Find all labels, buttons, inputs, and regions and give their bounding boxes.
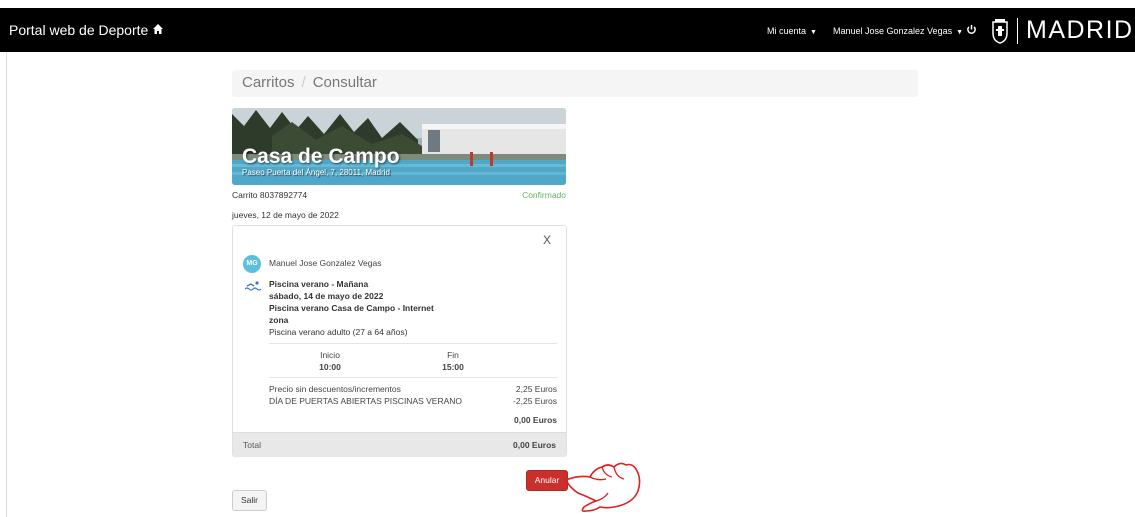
breadcrumb-item-consultar: Consultar (312, 74, 377, 91)
price-concept: DÍA DE PUERTAS ABIERTAS PISCINAS VERANO (269, 396, 463, 406)
rate-label: Piscina verano adulto (27 a 64 años) (269, 327, 408, 337)
venue-address: Paseo Puerta del Ángel, 7, 28011, Madrid (242, 168, 390, 177)
breadcrumb-separator: / (301, 74, 306, 91)
app-title[interactable]: Portal web de Deporte (9, 22, 148, 38)
swim-icon (245, 281, 261, 291)
zone-label: zona (269, 315, 289, 325)
status-badge: Confirmado (522, 190, 566, 200)
activity-date: sábado, 14 de mayo de 2022 (269, 291, 384, 301)
start-time: 10:00 (319, 362, 341, 372)
total-row: Total 0,00 Euros (233, 432, 566, 457)
start-label: Inicio (320, 350, 340, 360)
venue-banner: Casa de Campo Paseo Puerta del Ángel, 7,… (232, 108, 566, 185)
booking-card: X MG Manuel Jose Gonzalez Vegas Piscina … (232, 225, 567, 457)
user-menu[interactable]: Manuel Jose Gonzalez Vegas ▼ (833, 26, 963, 36)
breadcrumb: Carritos / Consultar (232, 70, 918, 97)
chevron-down-icon: ▼ (956, 29, 964, 36)
divider (269, 377, 557, 378)
member-name: Manuel Jose Gonzalez Vegas (269, 258, 382, 268)
account-menu-label: Mi cuenta (767, 26, 807, 36)
pointing-hand-annotation (564, 462, 641, 512)
activity-name: Piscina verano - Mañana (269, 279, 369, 289)
total-label: Total (243, 440, 261, 450)
page-left-border (6, 52, 7, 517)
venue-name: Casa de Campo (242, 145, 400, 168)
facility-name: Piscina verano Casa de Campo - Internet (269, 303, 434, 313)
end-label: Fin (447, 350, 459, 360)
price-line: DÍA DE PUERTAS ABIERTAS PISCINAS VERANO … (269, 396, 557, 406)
power-icon[interactable] (966, 24, 977, 35)
cart-date: jueves, 12 de mayo de 2022 (232, 210, 339, 220)
end-time: 15:00 (442, 362, 464, 372)
end-time-block: Fin 15:00 (423, 350, 483, 372)
chevron-down-icon: ▼ (810, 29, 817, 36)
home-icon[interactable] (152, 23, 164, 35)
price-concept: Precio sin descuentos/incrementos (269, 384, 401, 394)
exit-button[interactable]: Salir (232, 490, 267, 511)
price-line: Precio sin descuentos/incrementos 2,25 E… (269, 384, 557, 394)
price-amount: 2,25 Euros (515, 384, 557, 394)
logo-divider (1017, 18, 1018, 44)
close-icon[interactable]: X (543, 233, 551, 247)
subtotal: 0,00 Euros (514, 415, 557, 425)
top-navbar: Portal web de Deporte Mi cuenta ▼ Manuel … (0, 8, 1135, 52)
avatar: MG (243, 255, 261, 273)
price-amount: -2,25 Euros (513, 396, 557, 406)
account-menu[interactable]: Mi cuenta ▼ (767, 26, 817, 36)
user-menu-label: Manuel Jose Gonzalez Vegas (833, 26, 953, 36)
madrid-logo: MADRID (1026, 16, 1134, 44)
start-time-block: Inicio 10:00 (300, 350, 360, 372)
total-amount: 0,00 Euros (513, 440, 556, 450)
breadcrumb-item-carritos[interactable]: Carritos (242, 74, 295, 91)
cart-id: Carrito 8037892774 (232, 190, 308, 200)
divider (269, 343, 557, 344)
madrid-crest-icon (992, 19, 1008, 44)
